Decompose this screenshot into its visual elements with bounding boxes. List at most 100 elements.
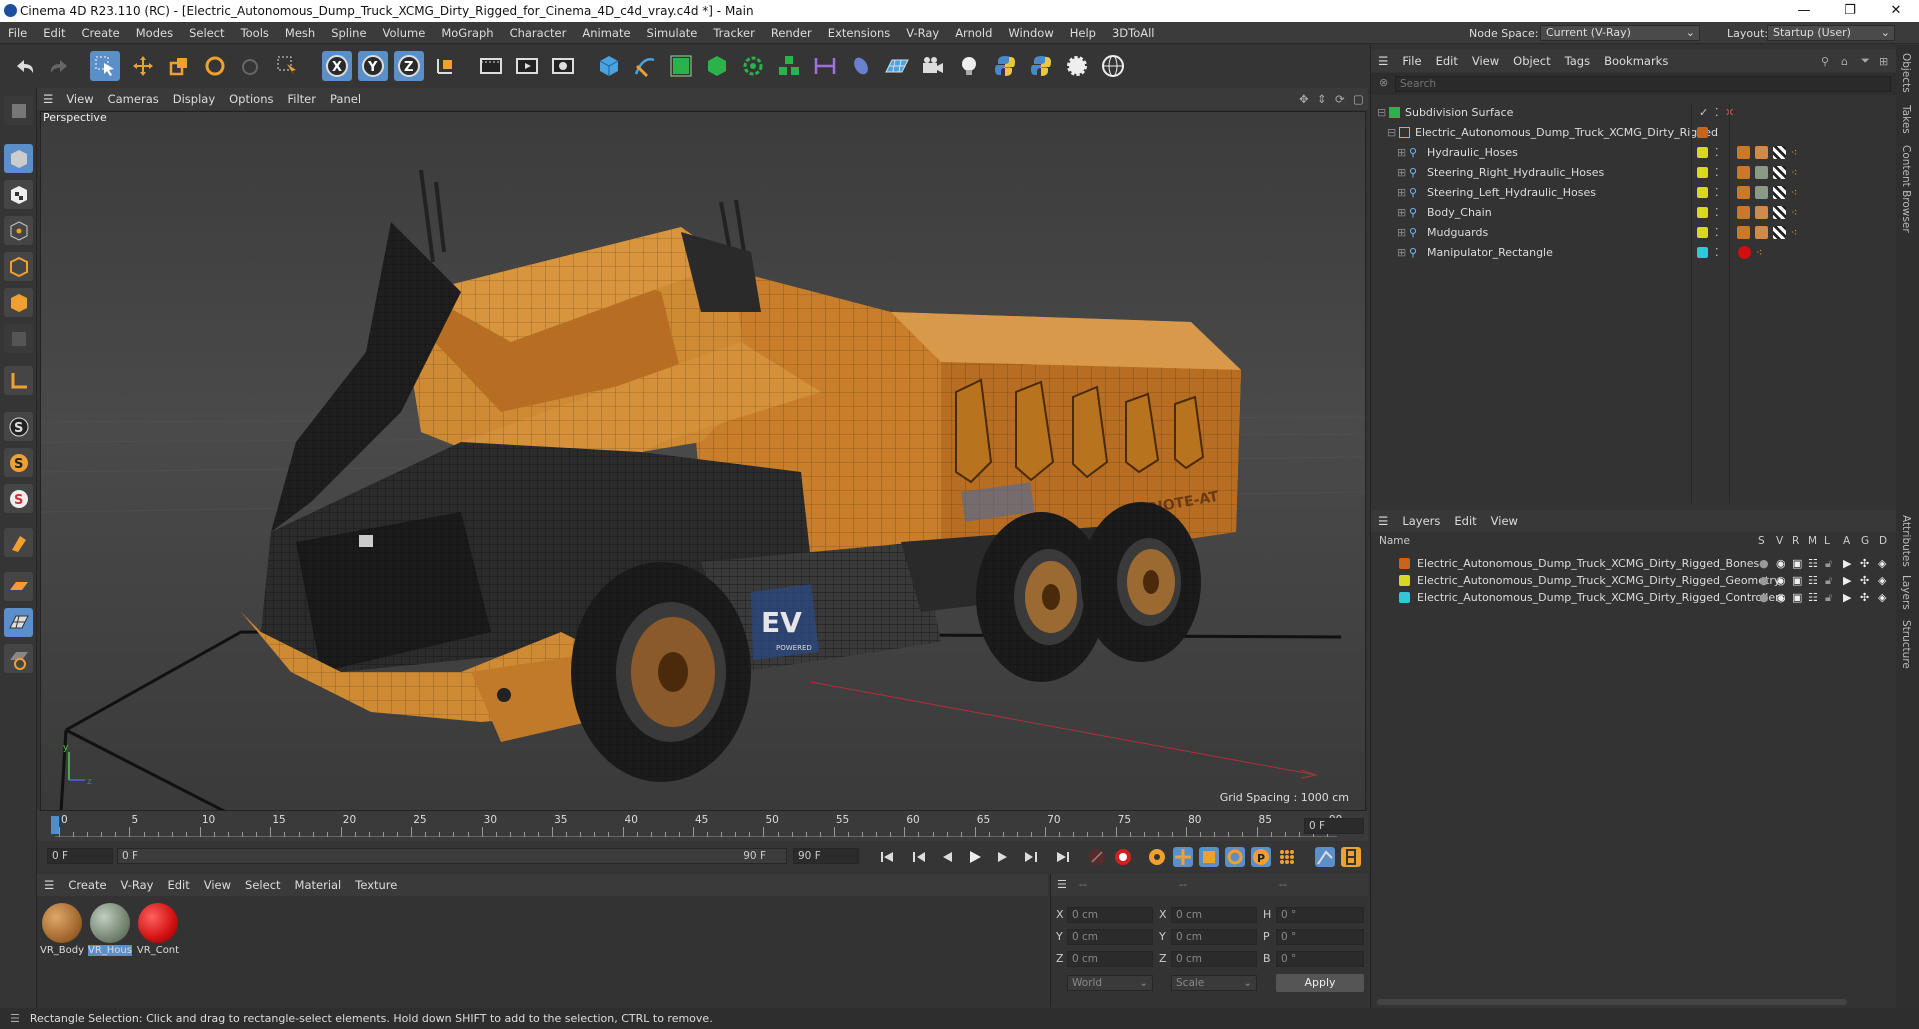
viewport-menu-display[interactable]: Display [166, 92, 222, 106]
light-icon[interactable] [954, 51, 984, 81]
animation-icon[interactable]: ▶ [1843, 555, 1851, 572]
search-icon[interactable]: ⚲ [1821, 55, 1829, 68]
cube-primitive-icon[interactable] [594, 51, 624, 81]
texture-mode-icon[interactable] [4, 180, 33, 209]
constraint-tag-icon[interactable]: ⁖ [1791, 163, 1797, 183]
deformer-icon[interactable] [810, 51, 840, 81]
key-scale-icon[interactable] [1199, 847, 1219, 867]
start-frame-field[interactable]: 0 F [47, 848, 113, 864]
menu-window[interactable]: Window [1000, 26, 1061, 40]
viewport-menu-options[interactable]: Options [222, 92, 280, 106]
tab-structure[interactable]: Structure [1900, 620, 1912, 669]
menu-extensions[interactable]: Extensions [820, 26, 898, 40]
expand-toggle-icon[interactable]: ⊞ [1397, 163, 1406, 183]
menu-edit[interactable]: Edit [35, 26, 73, 40]
menu-create[interactable]: Create [74, 26, 128, 40]
layer-menu-layers[interactable]: Layers [1395, 514, 1447, 528]
visibility-dots-icon[interactable]: ⁚ [1715, 103, 1719, 123]
checker-tag-icon[interactable] [1773, 166, 1786, 179]
object-menu-view[interactable]: View [1465, 54, 1506, 68]
axis-mode-icon[interactable] [4, 366, 33, 395]
scale-icon[interactable] [164, 51, 194, 81]
deformer-icon[interactable]: ◈ [1878, 555, 1886, 572]
frame-range-slider[interactable]: 0 F 90 F [117, 848, 787, 864]
checker-tag-icon[interactable] [1773, 186, 1786, 199]
material-swatch[interactable]: VR_Hous [88, 903, 132, 961]
tab-objects[interactable]: Objects [1900, 53, 1912, 93]
solo-icon[interactable]: ● [1759, 589, 1769, 606]
texture-tag-icon[interactable] [1737, 206, 1750, 219]
layer-menu-view[interactable]: View [1484, 514, 1525, 528]
playhead[interactable] [51, 816, 59, 834]
material-tag-icon[interactable] [1755, 166, 1768, 179]
floor-icon[interactable] [882, 51, 912, 81]
eye-icon[interactable]: ◉ [1776, 572, 1786, 589]
visibility-dots-icon[interactable]: ⁚ [1715, 183, 1719, 203]
close-search-icon[interactable]: ⊗ [1379, 76, 1388, 89]
subdivision-surface-icon[interactable] [666, 51, 696, 81]
checker-tag-icon[interactable] [1773, 226, 1786, 239]
cloner-icon[interactable] [738, 51, 768, 81]
generator-icon[interactable]: ✣ [1860, 589, 1869, 606]
object-row[interactable]: ⊞ ⚲ Hydraulic_Hoses ⁚ ⁖ [1371, 143, 1897, 163]
animation-icon[interactable]: ▶ [1843, 572, 1851, 589]
viewport-menu-view[interactable]: View [59, 92, 100, 106]
key-parameter-icon[interactable]: P [1251, 847, 1271, 867]
lock-icon[interactable]: 🔓︎ [1825, 555, 1832, 572]
material-menu-create[interactable]: Create [61, 878, 113, 892]
new-window-icon[interactable]: ⊞ [1879, 55, 1888, 68]
eye-icon[interactable]: ◉ [1776, 589, 1786, 606]
layer-color-chip[interactable] [1399, 592, 1410, 603]
viewport-menu-panel[interactable]: Panel [323, 92, 368, 106]
extrude-icon[interactable] [702, 51, 732, 81]
go-to-start-icon[interactable] [877, 847, 897, 867]
workplane-icon[interactable] [4, 572, 33, 601]
coord-system-dropdown[interactable]: World ⌄ [1067, 975, 1153, 991]
layer-color-chip[interactable] [1697, 187, 1708, 198]
manager-icon[interactable]: ☷ [1808, 589, 1818, 606]
points-mode-icon[interactable] [4, 216, 33, 245]
material-menu-texture[interactable]: Texture [348, 878, 404, 892]
rectangle-selection-icon[interactable] [272, 51, 302, 81]
deformer-icon[interactable]: ◈ [1878, 589, 1886, 606]
expand-toggle-icon[interactable]: ⊞ [1397, 183, 1406, 203]
tab-attributes[interactable]: Attributes [1900, 515, 1912, 567]
tab-takes[interactable]: Takes [1900, 105, 1912, 134]
y-axis-lock-icon[interactable]: Y [358, 51, 388, 81]
viewport-menu-filter[interactable]: Filter [281, 92, 323, 106]
hamburger-icon[interactable]: ☰ [37, 878, 61, 892]
layer-menu-edit[interactable]: Edit [1447, 514, 1483, 528]
layer-color-chip[interactable] [1697, 207, 1708, 218]
edges-mode-icon[interactable] [4, 252, 33, 281]
snap-settings-icon[interactable]: S [4, 484, 33, 513]
hamburger-icon[interactable]: ☰ [1057, 878, 1067, 891]
z-axis-lock-icon[interactable]: Z [394, 51, 424, 81]
locked-workplane-icon[interactable] [4, 644, 33, 673]
expand-toggle-icon[interactable]: ⊞ [1397, 243, 1406, 263]
visibility-dots-icon[interactable]: ⁚ [1715, 223, 1719, 243]
material-menu-vray[interactable]: V-Ray [114, 878, 161, 892]
move-icon[interactable] [128, 51, 158, 81]
layer-row[interactable]: Electric_Autonomous_Dump_Truck_XCMG_Dirt… [1371, 589, 1897, 606]
make-editable-icon[interactable] [4, 96, 33, 125]
material-menu-view[interactable]: View [197, 878, 238, 892]
material-menu-material[interactable]: Material [288, 878, 349, 892]
layer-color-chip[interactable] [1399, 575, 1410, 586]
menu-file[interactable]: File [0, 26, 35, 40]
generator-icon[interactable]: ✣ [1860, 572, 1869, 589]
film-strip-icon[interactable] [1341, 847, 1361, 867]
expand-toggle-icon[interactable]: ⊟ [1387, 123, 1396, 143]
layer-row[interactable]: Electric_Autonomous_Dump_Truck_XCMG_Dirt… [1371, 572, 1897, 589]
material-tag-icon[interactable] [1738, 246, 1751, 259]
grid-icon[interactable] [4, 608, 33, 637]
camera-icon[interactable] [918, 51, 948, 81]
menu-modes[interactable]: Modes [128, 26, 181, 40]
snap-enable-icon[interactable]: S [4, 448, 33, 477]
object-menu-edit[interactable]: Edit [1429, 54, 1465, 68]
object-row[interactable]: ⊟ Electric_Autonomous_Dump_Truck_XCMG_Di… [1371, 123, 1897, 143]
visibility-dots-icon[interactable]: ⁚ [1715, 203, 1719, 223]
lock-icon[interactable]: 🔓︎ [1825, 572, 1832, 589]
tweak-mode-icon[interactable] [4, 528, 33, 557]
redo-icon[interactable] [44, 51, 74, 81]
visibility-dots-icon[interactable]: ⁚ [1715, 123, 1719, 143]
